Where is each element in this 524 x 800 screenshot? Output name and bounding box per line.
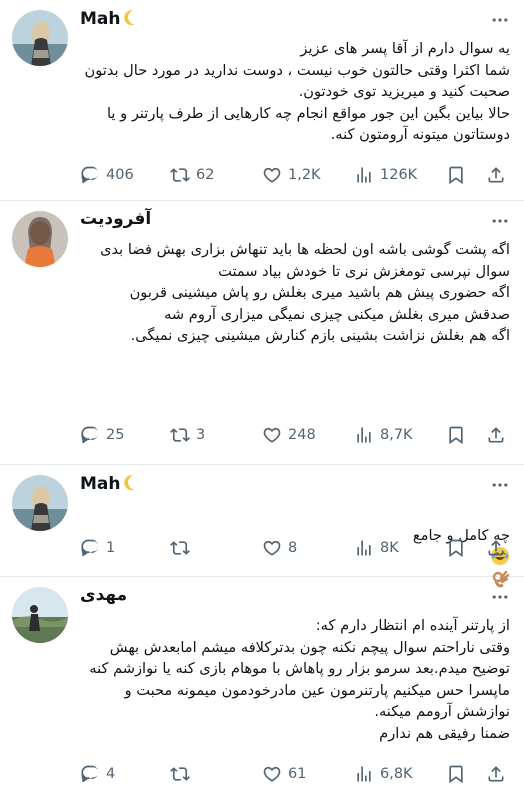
bookmark-button[interactable] (446, 761, 472, 787)
action-bar: 4 61 6,8K (74, 761, 514, 787)
more-icon[interactable] (490, 475, 510, 495)
avatar-photo-icon (12, 211, 68, 267)
like-button[interactable]: 1,2K (262, 162, 321, 188)
bookmark-button[interactable] (446, 422, 472, 448)
bookmark-icon (446, 538, 466, 558)
author-name[interactable]: Mah (80, 473, 141, 494)
like-count: 8 (288, 540, 298, 556)
reply-icon (80, 538, 100, 558)
tweet[interactable]: Mah یه سوال دارم از آقا پسر های عزیز شما… (0, 0, 524, 201)
action-bar: 1 8 8K (74, 535, 514, 561)
moon-icon (123, 8, 141, 26)
heart-icon (262, 764, 282, 784)
author-name[interactable]: مهدی (80, 585, 127, 605)
reply-icon (80, 425, 100, 445)
bookmark-icon (446, 764, 466, 784)
views-count: 6,8K (380, 766, 413, 782)
heart-icon (262, 165, 282, 185)
share-button[interactable] (486, 535, 512, 561)
retweet-icon (170, 425, 190, 445)
like-button[interactable]: 61 (262, 761, 306, 787)
more-icon[interactable] (490, 587, 510, 607)
reply-button[interactable]: 25 (80, 422, 124, 448)
avatar-photo-icon (12, 10, 68, 66)
avatar[interactable] (12, 211, 68, 267)
share-button[interactable] (486, 162, 512, 188)
tweet[interactable]: مهدی از پارتنر آینده ام انتظار دارم که: … (0, 577, 524, 800)
action-bar: 406 62 1,2K 126K (74, 162, 514, 188)
avatar[interactable] (12, 10, 68, 66)
reply-icon (80, 165, 100, 185)
avatar-photo-icon (12, 587, 68, 643)
reply-icon (80, 764, 100, 784)
like-button[interactable]: 8 (262, 535, 297, 561)
tweet[interactable]: آفرودیت اگه پشت گوشی باشه اون لحظه ها با… (0, 201, 524, 465)
avatar[interactable] (12, 475, 68, 531)
heart-icon (262, 538, 282, 558)
like-count: 248 (288, 427, 316, 443)
views-icon (354, 425, 374, 445)
views-button[interactable]: 6,8K (354, 761, 413, 787)
reply-count: 1 (106, 540, 116, 556)
views-count: 126K (380, 167, 418, 183)
retweet-button[interactable]: 3 (170, 422, 205, 448)
author-name[interactable]: آفرودیت (80, 209, 151, 229)
reply-count: 25 (106, 427, 125, 443)
avatar-photo-icon (12, 475, 68, 531)
retweet-button[interactable] (170, 535, 196, 561)
moon-icon (123, 473, 141, 491)
views-icon (354, 165, 374, 185)
reply-button[interactable]: 1 (80, 535, 115, 561)
views-icon (354, 764, 374, 784)
tweet[interactable]: Mah چه کامل و جامع 1 8 8K (0, 465, 524, 587)
like-count: 61 (288, 766, 307, 782)
views-button[interactable]: 126K (354, 162, 417, 188)
tweet-text: یه سوال دارم از آقا پسر های عزیز شما اکث… (84, 40, 511, 143)
heart-icon (262, 425, 282, 445)
bookmark-button[interactable] (446, 535, 472, 561)
share-button[interactable] (486, 422, 512, 448)
reply-count: 4 (106, 766, 116, 782)
tweet-text: از پارتنر آینده ام انتظار دارم که: وقتی … (89, 617, 510, 742)
more-icon[interactable] (490, 211, 510, 231)
retweet-button[interactable]: 62 (170, 162, 214, 188)
retweet-button[interactable] (170, 761, 196, 787)
reply-count: 406 (106, 167, 134, 183)
retweet-icon (170, 538, 190, 558)
share-icon (486, 538, 506, 558)
bookmark-icon (446, 165, 466, 185)
tweet-text: اگه پشت گوشی باشه اون لحظه ها باید تنهاش… (100, 241, 510, 344)
retweet-count: 62 (196, 167, 215, 183)
bookmark-button[interactable] (446, 162, 472, 188)
views-button[interactable]: 8,7K (354, 422, 413, 448)
author-name[interactable]: Mah (80, 8, 141, 29)
more-icon[interactable] (490, 10, 510, 30)
share-icon (486, 165, 506, 185)
share-icon (486, 764, 506, 784)
retweet-icon (170, 764, 190, 784)
share-icon (486, 425, 506, 445)
reply-button[interactable]: 4 (80, 761, 115, 787)
views-button[interactable]: 8K (354, 535, 399, 561)
views-icon (354, 538, 374, 558)
reply-button[interactable]: 406 (80, 162, 134, 188)
views-count: 8,7K (380, 427, 413, 443)
action-bar: 25 3 248 8,7K (74, 422, 514, 448)
avatar[interactable] (12, 587, 68, 643)
bookmark-icon (446, 425, 466, 445)
retweet-icon (170, 165, 190, 185)
retweet-count: 3 (196, 427, 206, 443)
views-count: 8K (380, 540, 399, 556)
like-button[interactable]: 248 (262, 422, 316, 448)
like-count: 1,2K (288, 167, 321, 183)
share-button[interactable] (486, 761, 512, 787)
